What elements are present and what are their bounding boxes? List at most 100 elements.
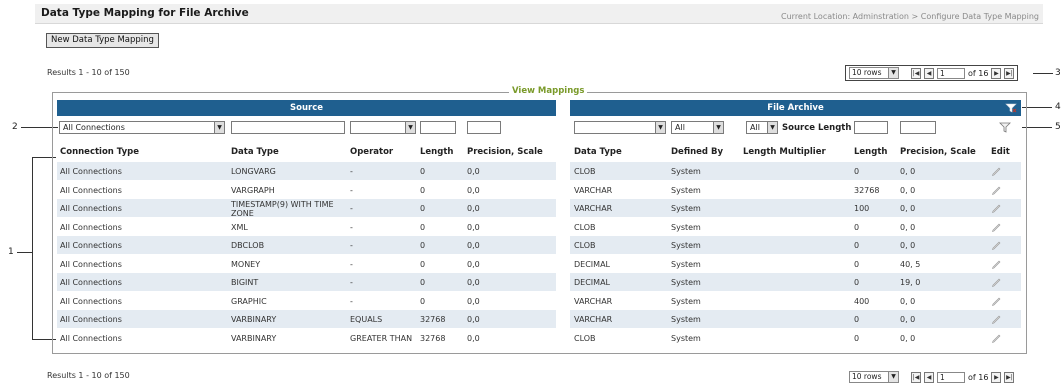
edit-pencil-icon[interactable] — [991, 166, 1001, 176]
cell-archive-data-type: VARCHAR — [574, 315, 613, 324]
cell-archive-data-type: DECIMAL — [574, 278, 610, 287]
pagination-top: 10 rows ▼ |◀ ◀ 1 of 16 ▶ ▶| — [845, 65, 1019, 81]
cell-precision-scale: 0,0 — [467, 167, 480, 176]
cell-archive-precision-scale: 0, 0 — [900, 297, 916, 306]
col-length-multiplier[interactable]: Length Multiplier — [743, 147, 826, 157]
cell-precision-scale: 0,0 — [467, 223, 480, 232]
cell-defined-by: System — [671, 186, 701, 195]
cell-defined-by: System — [671, 278, 701, 287]
cell-length: 0 — [420, 167, 426, 176]
new-mapping-button[interactable]: New Data Type Mapping — [46, 33, 159, 48]
cell-operator: - — [350, 297, 353, 306]
col-archive-precision-scale[interactable]: Precision, Scale — [900, 147, 976, 157]
source-band: Source — [57, 100, 556, 116]
data-type-filter-input[interactable] — [231, 121, 345, 134]
cell-archive-data-type: CLOB — [574, 334, 596, 343]
page-number-input[interactable]: 1 — [937, 67, 965, 79]
table-row — [57, 310, 556, 328]
results-count-top: Results 1 - 10 of 150 — [47, 68, 130, 77]
col-archive-data-type[interactable]: Data Type — [574, 147, 622, 157]
cell-archive-data-type: DECIMAL — [574, 260, 610, 269]
col-operator[interactable]: Operator — [350, 147, 393, 157]
cell-archive-precision-scale: 40, 5 — [900, 260, 921, 269]
chevron-down-icon: ▼ — [888, 372, 898, 382]
cell-length: 0 — [420, 278, 426, 287]
cell-precision-scale: 0,0 — [467, 334, 480, 343]
cell-operator: - — [350, 167, 353, 176]
length-filter-input[interactable] — [420, 121, 456, 134]
cell-archive-precision-scale: 0, 0 — [900, 204, 916, 213]
callout-line-1 — [17, 252, 32, 253]
clear-filter-icon[interactable] — [1005, 103, 1017, 113]
source-length-filter-input[interactable] — [854, 121, 888, 134]
edit-pencil-icon[interactable] — [991, 240, 1001, 250]
length-multiplier-filter-value: All — [750, 123, 760, 132]
edit-pencil-icon[interactable] — [991, 185, 1001, 195]
filter-icon[interactable] — [999, 122, 1011, 133]
table-row — [57, 218, 556, 236]
edit-pencil-icon[interactable] — [991, 222, 1001, 232]
next-page-button-bottom[interactable]: ▶ — [991, 371, 1002, 383]
cell-operator: - — [350, 278, 353, 287]
defined-by-filter-select[interactable]: All ▼ — [671, 121, 724, 134]
rows-per-page-select-bottom[interactable]: 10 rows ▼ — [849, 371, 899, 383]
page-number-input-bottom[interactable]: 1 — [937, 371, 965, 383]
table-row — [57, 329, 556, 347]
next-page-button[interactable]: ▶ — [991, 67, 1002, 79]
rows-per-page-value: 10 rows — [852, 372, 882, 381]
defined-by-filter-value: All — [675, 123, 685, 132]
col-archive-length[interactable]: Length — [854, 147, 887, 157]
cell-archive-length: 0 — [854, 241, 860, 250]
cell-archive-length: 0 — [854, 334, 860, 343]
page-title: Data Type Mapping for File Archive — [41, 7, 249, 19]
edit-pencil-icon[interactable] — [991, 277, 1001, 287]
first-page-button[interactable]: |◀ — [911, 67, 921, 79]
rows-per-page-select[interactable]: 10 rows ▼ — [849, 67, 899, 79]
table-row — [57, 181, 556, 199]
cell-defined-by: System — [671, 204, 701, 213]
cell-precision-scale: 0,0 — [467, 204, 480, 213]
last-page-button[interactable]: ▶| — [1004, 67, 1015, 79]
col-length[interactable]: Length — [420, 147, 453, 157]
length-multiplier-filter-select[interactable]: All ▼ — [746, 121, 778, 134]
cell-precision-scale: 0,0 — [467, 241, 480, 250]
page-header: Data Type Mapping for File Archive Curre… — [35, 4, 1043, 24]
archive-band-label: File Archive — [767, 103, 824, 113]
col-defined-by[interactable]: Defined By — [671, 147, 723, 157]
cell-defined-by: System — [671, 260, 701, 269]
first-page-button-bottom[interactable]: |◀ — [911, 371, 921, 383]
cell-length: 0 — [420, 186, 426, 195]
cell-length: 0 — [420, 297, 426, 306]
page: Data Type Mapping for File Archive Curre… — [0, 0, 1063, 383]
archive-precision-filter-input[interactable] — [900, 121, 936, 134]
col-precision-scale[interactable]: Precision, Scale — [467, 147, 543, 157]
cell-defined-by: System — [671, 223, 701, 232]
cell-operator: - — [350, 204, 353, 213]
edit-pencil-icon[interactable] — [991, 314, 1001, 324]
connection-filter-select[interactable]: All Connections ▼ — [59, 121, 225, 134]
last-page-button-bottom[interactable]: ▶| — [1004, 371, 1015, 383]
prev-page-button[interactable]: ◀ — [924, 67, 934, 79]
edit-pencil-icon[interactable] — [991, 203, 1001, 213]
cell-archive-precision-scale: 0, 0 — [900, 186, 916, 195]
cell-length: 0 — [420, 223, 426, 232]
edit-pencil-icon[interactable] — [991, 259, 1001, 269]
cell-data-type: XML — [231, 223, 248, 232]
precision-filter-input[interactable] — [467, 121, 501, 134]
cell-data-type: VARBINARY — [231, 315, 277, 324]
col-connection-type[interactable]: Connection Type — [60, 147, 139, 157]
cell-data-type: VARBINARY — [231, 334, 277, 343]
operator-filter-select[interactable]: ▼ — [350, 121, 416, 134]
table-row — [570, 162, 1021, 180]
archive-data-type-filter-select[interactable]: ▼ — [574, 121, 666, 134]
cell-connection-type: All Connections — [60, 334, 122, 343]
edit-pencil-icon[interactable] — [991, 333, 1001, 343]
prev-page-button-bottom[interactable]: ◀ — [924, 371, 934, 383]
table-row — [570, 292, 1021, 310]
col-data-type[interactable]: Data Type — [231, 147, 279, 157]
edit-pencil-icon[interactable] — [991, 296, 1001, 306]
pagination-bottom: 10 rows ▼ |◀ ◀ 1 of 16 ▶ ▶| — [849, 370, 1015, 384]
cell-connection-type: All Connections — [60, 278, 122, 287]
cell-data-type: MONEY — [231, 260, 261, 269]
table-row — [57, 162, 556, 180]
